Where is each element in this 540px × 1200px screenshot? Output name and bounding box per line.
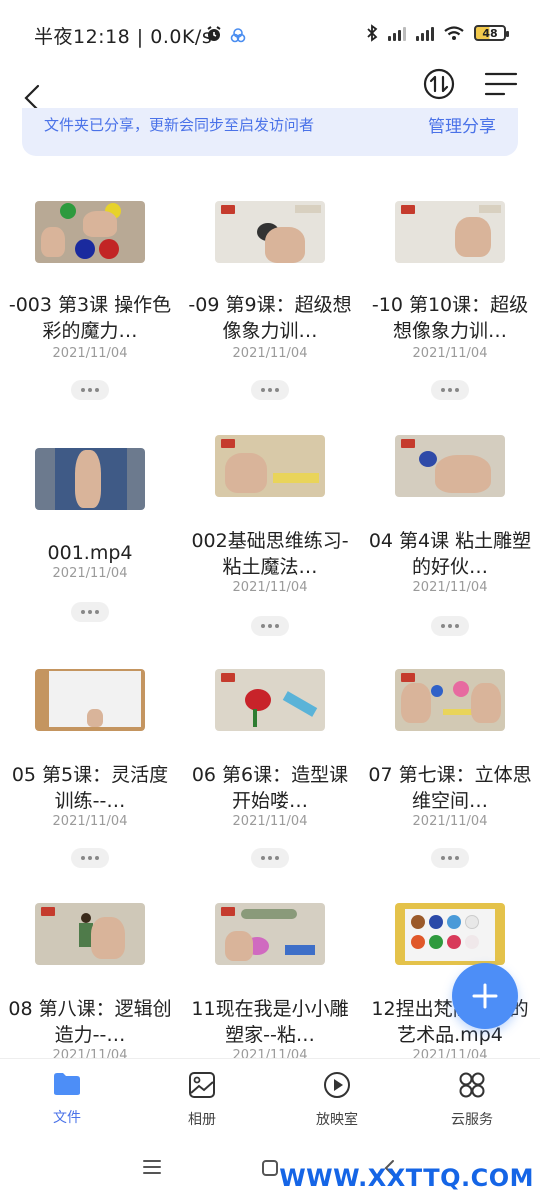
video-thumbnail xyxy=(35,201,145,263)
video-thumbnail xyxy=(395,435,505,497)
file-item[interactable]: 11现在我是小小雕塑家--粘… 2021/11/04 xyxy=(180,902,360,1063)
file-name: 07 第七课：立体思维空间… xyxy=(368,764,532,812)
file-name: 002基础思维练习-粘土魔法… xyxy=(191,530,349,578)
sort-icon[interactable] xyxy=(423,68,455,100)
file-item[interactable]: 002基础思维练习-粘土魔法… 2021/11/04 xyxy=(180,434,360,636)
video-thumbnail xyxy=(35,669,145,731)
home-icon[interactable] xyxy=(260,1158,280,1178)
more-options-button[interactable] xyxy=(431,848,469,868)
file-date: 2021/11/04 xyxy=(232,814,308,829)
tab-cloud-services[interactable]: 云服务 xyxy=(422,1071,522,1129)
tab-label: 文件 xyxy=(53,1110,81,1126)
file-item[interactable]: 06 第6课：造型课开始喽… 2021/11/04 xyxy=(180,668,360,878)
share-banner: 文件夹已分享，更新会同步至启发访问者 管理分享 xyxy=(22,108,518,156)
album-icon xyxy=(189,1072,215,1098)
file-name: -003 第3课 操作色彩的魔力… xyxy=(8,294,172,342)
file-item[interactable]: -10 第10课：超级想像象力训… 2021/11/04 xyxy=(360,190,540,420)
video-thumbnail xyxy=(395,201,505,263)
file-date: 2021/11/04 xyxy=(412,580,488,595)
share-banner-text: 文件夹已分享，更新会同步至启发访问者 xyxy=(44,116,315,134)
file-item[interactable]: -09 第9课：超级想像象力训… 2021/11/04 xyxy=(180,190,360,420)
file-name: 04 第4课 粘土雕塑的好伙… xyxy=(368,530,532,578)
plus-icon xyxy=(472,983,498,1009)
cloud-services-icon xyxy=(459,1072,485,1098)
file-item[interactable]: 04 第4课 粘土雕塑的好伙… 2021/11/04 xyxy=(360,434,540,636)
add-button[interactable] xyxy=(452,963,518,1029)
more-options-button[interactable] xyxy=(71,848,109,868)
file-name: 08 第八课：逻辑创造力--… xyxy=(8,998,172,1046)
cloud-sync-icon xyxy=(230,28,246,43)
video-thumbnail xyxy=(35,448,145,510)
video-thumbnail xyxy=(395,903,505,965)
more-options-button[interactable] xyxy=(71,380,109,400)
file-name: 06 第6课：造型课开始喽… xyxy=(191,764,349,812)
tab-label: 相册 xyxy=(188,1112,216,1128)
tab-album[interactable]: 相册 xyxy=(152,1071,252,1129)
recent-apps-icon[interactable] xyxy=(142,1158,162,1176)
file-date: 2021/11/04 xyxy=(232,346,308,361)
file-date: 2021/11/04 xyxy=(52,814,128,829)
battery-icon: 48 xyxy=(474,25,509,41)
play-icon xyxy=(324,1072,350,1098)
status-bar: 半夜12:18 | 0.0K/s 48 xyxy=(0,0,540,68)
file-item[interactable]: 07 第七课：立体思维空间… 2021/11/04 xyxy=(360,668,540,878)
file-date: 2021/11/04 xyxy=(52,346,128,361)
file-item[interactable]: -003 第3课 操作色彩的魔力… 2021/11/04 xyxy=(0,190,180,420)
file-item[interactable]: 001.mp4 2021/11/04 xyxy=(0,434,180,634)
more-options-button[interactable] xyxy=(251,848,289,868)
more-options-button[interactable] xyxy=(431,380,469,400)
alarm-icon xyxy=(207,26,221,41)
cell-signal-1-icon xyxy=(388,25,406,41)
video-thumbnail xyxy=(395,669,505,731)
video-thumbnail xyxy=(215,201,325,263)
file-name: 001.mp4 xyxy=(47,542,133,564)
file-date: 2021/11/04 xyxy=(52,566,128,581)
more-options-button[interactable] xyxy=(251,380,289,400)
more-options-button[interactable] xyxy=(71,602,109,622)
file-name: 11现在我是小小雕塑家--粘… xyxy=(191,998,349,1046)
video-thumbnail xyxy=(215,669,325,731)
file-name: -09 第9课：超级想像象力训… xyxy=(188,294,352,342)
status-time: 半夜12:18 | 0.0K/s xyxy=(34,26,213,48)
file-name: 05 第5课：灵活度训练--… xyxy=(11,764,169,812)
wifi-icon xyxy=(444,26,464,40)
bluetooth-icon xyxy=(367,24,378,42)
file-date: 2021/11/04 xyxy=(232,580,308,595)
bottom-tab-bar: 文件 相册 放映室 云服务 xyxy=(0,1058,540,1136)
tab-label: 云服务 xyxy=(451,1112,493,1128)
file-name: -10 第10课：超级想像象力训… xyxy=(371,294,529,342)
tab-files[interactable]: 文件 xyxy=(17,1071,117,1127)
file-date: 2021/11/04 xyxy=(412,814,488,829)
video-thumbnail xyxy=(35,903,145,965)
file-item[interactable]: 08 第八课：逻辑创造力--… 2021/11/04 xyxy=(0,902,180,1063)
watermark: WWW.XXTTQ.COM xyxy=(279,1164,534,1192)
video-thumbnail xyxy=(215,435,325,497)
menu-icon[interactable] xyxy=(484,72,518,96)
file-date: 2021/11/04 xyxy=(412,346,488,361)
file-item[interactable]: 05 第5课：灵活度训练--… 2021/11/04 xyxy=(0,668,180,878)
more-options-button[interactable] xyxy=(251,616,289,636)
tab-screening-room[interactable]: 放映室 xyxy=(287,1071,387,1129)
manage-share-link[interactable]: 管理分享 xyxy=(428,112,496,137)
tab-label: 放映室 xyxy=(316,1112,358,1128)
cell-signal-2-icon xyxy=(416,25,434,41)
folder-icon xyxy=(54,1073,80,1095)
video-thumbnail xyxy=(215,903,325,965)
more-options-button[interactable] xyxy=(431,616,469,636)
